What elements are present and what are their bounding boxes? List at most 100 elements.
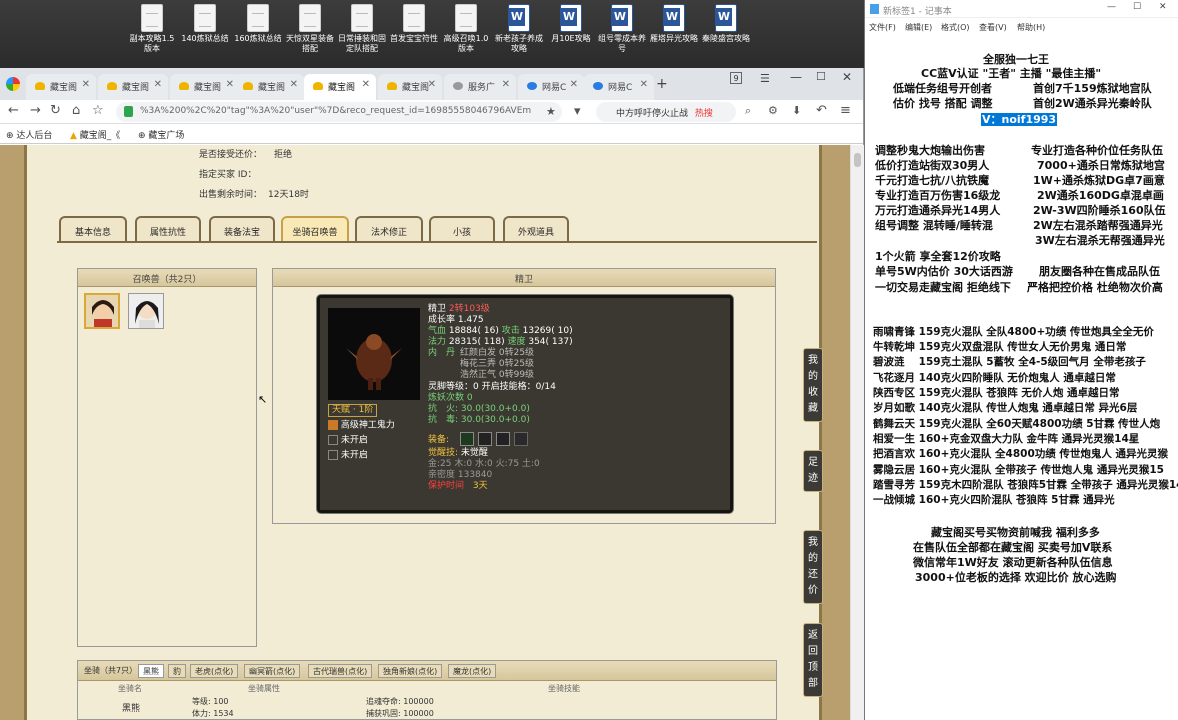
notepad-menu: 文件(F) 编辑(E) 格式(O) 查看(V) 帮助(H) xyxy=(865,18,1178,36)
url-field[interactable]: %3A%200%2C%20"tag"%3A%20"user"%7D&reco_r… xyxy=(116,102,562,122)
my-offers-button[interactable]: 我的还价 xyxy=(803,530,823,604)
star-icon[interactable]: ☆ xyxy=(92,103,104,118)
browser-tab[interactable]: 藏宝阁 ✕ xyxy=(170,74,240,100)
bookmark-star-icon[interactable]: ★ xyxy=(546,105,556,118)
bookmark-item[interactable]: ⊕ 藏宝广场 xyxy=(138,128,184,141)
menu-icon[interactable]: ☰ xyxy=(760,72,770,85)
desktop-word-icon[interactable]: 月10E攻略 xyxy=(545,4,597,44)
browser-tab[interactable]: 服务广 ✕ xyxy=(444,74,516,100)
close-icon[interactable]: ✕ xyxy=(428,79,436,90)
browser-tab[interactable]: 藏宝阁 ✕ xyxy=(378,74,442,100)
more-icon[interactable]: ≡ xyxy=(840,103,851,118)
search-icon[interactable]: ⌕ xyxy=(745,104,751,118)
mount-tab[interactable]: 古代瑞兽(点化) xyxy=(308,664,373,678)
browser-tab[interactable]: 网易C ✕ xyxy=(518,74,584,100)
favicon-icon xyxy=(107,82,117,90)
tab-equipment[interactable]: 装备法宝 xyxy=(209,216,275,242)
close-icon[interactable]: ✕ xyxy=(570,79,578,90)
bookmark-item[interactable]: ⊕ 达人后台 xyxy=(6,128,52,141)
desktop-file-icon[interactable]: 副本攻略1.5版本 xyxy=(126,4,178,54)
mount-tab[interactable]: 幽冥箭(点化) xyxy=(244,664,301,678)
search-field[interactable]: 中方呼吁停火止战 热搜 xyxy=(596,102,736,122)
mount-tab[interactable]: 独角新娘(点化) xyxy=(378,664,443,678)
forward-icon[interactable]: → xyxy=(30,103,41,118)
skill-item[interactable]: 高级神工鬼力 xyxy=(328,420,395,432)
tab-mount-pet[interactable]: 坐骑召唤兽 xyxy=(281,216,349,242)
browser-tab[interactable]: 藏宝阁 ✕ xyxy=(234,74,304,100)
equip-slot[interactable] xyxy=(460,432,474,446)
minimize-button[interactable]: — xyxy=(790,70,802,84)
tab-basic-info[interactable]: 基本信息 xyxy=(59,216,127,242)
desktop-word-icon[interactable]: 新老孩子养成攻略 xyxy=(493,4,545,54)
back-icon[interactable]: ← xyxy=(8,103,19,118)
equip-slot[interactable] xyxy=(478,432,492,446)
close-icon[interactable]: ✕ xyxy=(290,79,298,90)
menu-view[interactable]: 查看(V) xyxy=(979,22,1007,33)
mouse-cursor: ↖ xyxy=(258,393,268,406)
footprint-button[interactable]: 足迹 xyxy=(803,450,823,492)
close-icon[interactable]: ✕ xyxy=(640,79,648,90)
menu-help[interactable]: 帮助(H) xyxy=(1017,22,1045,33)
desktop-word-icon[interactable]: 雁塔异光攻略 xyxy=(648,4,700,44)
close-window-button[interactable]: ✕ xyxy=(1159,2,1167,12)
desktop-file-icon[interactable]: 首发宝宝符性 xyxy=(388,4,440,44)
tab-count-badge[interactable]: 9 xyxy=(730,72,742,84)
desktop-file-icon[interactable]: 高级召唤1.0版本 xyxy=(440,4,492,54)
bookmark-item[interactable]: ▲ 藏宝阁_《 xyxy=(70,128,120,141)
page-scrollbar[interactable] xyxy=(850,145,864,720)
mount-tab[interactable]: 老虎(点化) xyxy=(190,664,239,678)
mount-tab[interactable]: 魔龙(点化) xyxy=(448,664,497,678)
browser-tab[interactable]: 网易C ✕ xyxy=(584,74,654,100)
close-icon[interactable]: ✕ xyxy=(226,79,234,90)
pet-detail-title: 精卫 xyxy=(273,269,775,287)
new-tab-button[interactable]: + xyxy=(656,76,668,92)
undo-icon[interactable]: ↶ xyxy=(816,103,827,118)
desktop-file-icon[interactable]: 天惊双星装备搭配 xyxy=(284,4,336,54)
maximize-button[interactable]: ☐ xyxy=(1133,2,1141,12)
tab-child[interactable]: 小孩 xyxy=(429,216,495,242)
pet-avatar-selected[interactable] xyxy=(84,293,120,329)
dropdown-icon[interactable]: ▾ xyxy=(574,104,581,119)
my-favorites-button[interactable]: 我的收藏 xyxy=(803,348,823,422)
skill-slot[interactable]: 未开启 xyxy=(328,435,368,447)
menu-file[interactable]: 文件(F) xyxy=(869,22,896,33)
desktop-word-icon[interactable]: 组号零成本养号 xyxy=(596,4,648,54)
tab-appearance[interactable]: 外观道具 xyxy=(503,216,569,242)
empty-slot-icon xyxy=(328,435,338,445)
browser-tab[interactable]: 藏宝阁 ✕ xyxy=(26,74,96,100)
reload-icon[interactable]: ↻ xyxy=(50,103,61,118)
maximize-button[interactable]: ☐ xyxy=(816,70,826,83)
close-icon[interactable]: ✕ xyxy=(154,79,162,90)
pet-card: 精卫 2转103级 成长率 1.475 气血 18884( 16) 攻击 132… xyxy=(317,295,733,513)
mount-tab[interactable]: 黑熊 xyxy=(138,664,164,678)
desktop-word-icon[interactable]: 秦陵盛宫攻略 xyxy=(700,4,752,44)
skill-slot[interactable]: 未开启 xyxy=(328,450,368,462)
close-icon[interactable]: ✕ xyxy=(362,79,370,90)
tab-attributes[interactable]: 属性抗性 xyxy=(135,216,201,242)
desktop-file-icon[interactable]: 160炼狱总结 xyxy=(232,4,284,44)
minimize-button[interactable]: — xyxy=(1107,2,1116,12)
equip-slot[interactable] xyxy=(496,432,510,446)
desktop-file-icon[interactable]: 日常捶装和固定队搭配 xyxy=(336,4,388,54)
back-to-top-button[interactable]: 返回顶部 xyxy=(803,623,823,697)
browser-tab[interactable]: 藏宝阁 ✕ xyxy=(98,74,168,100)
talent-badge[interactable]: 天赋 · 1阶 xyxy=(328,404,378,417)
desktop-file-icon[interactable]: 140炼狱总结 xyxy=(179,4,231,44)
mount-tab[interactable]: 豹 xyxy=(168,664,186,678)
tab-underline xyxy=(57,241,817,243)
tab-spell[interactable]: 法术修正 xyxy=(355,216,423,242)
close-window-button[interactable]: ✕ xyxy=(842,70,852,84)
pet-avatar[interactable] xyxy=(128,293,164,329)
home-icon[interactable]: ⌂ xyxy=(72,103,80,118)
close-icon[interactable]: ✕ xyxy=(502,79,510,90)
menu-edit[interactable]: 编辑(E) xyxy=(905,22,932,33)
menu-format[interactable]: 格式(O) xyxy=(941,22,970,33)
browser-tab-active[interactable]: 藏宝阁 ✕ xyxy=(304,74,376,100)
downloads-icon[interactable]: ⬇ xyxy=(792,104,801,117)
scrollbar-thumb[interactable] xyxy=(854,153,861,167)
notepad-titlebar: 新标签1 - 记事本 — ☐ ✕ xyxy=(865,0,1178,18)
extensions-icon[interactable]: ⚙ xyxy=(768,104,778,117)
favicon-icon xyxy=(179,82,189,90)
equip-slot[interactable] xyxy=(514,432,528,446)
close-icon[interactable]: ✕ xyxy=(82,79,90,90)
